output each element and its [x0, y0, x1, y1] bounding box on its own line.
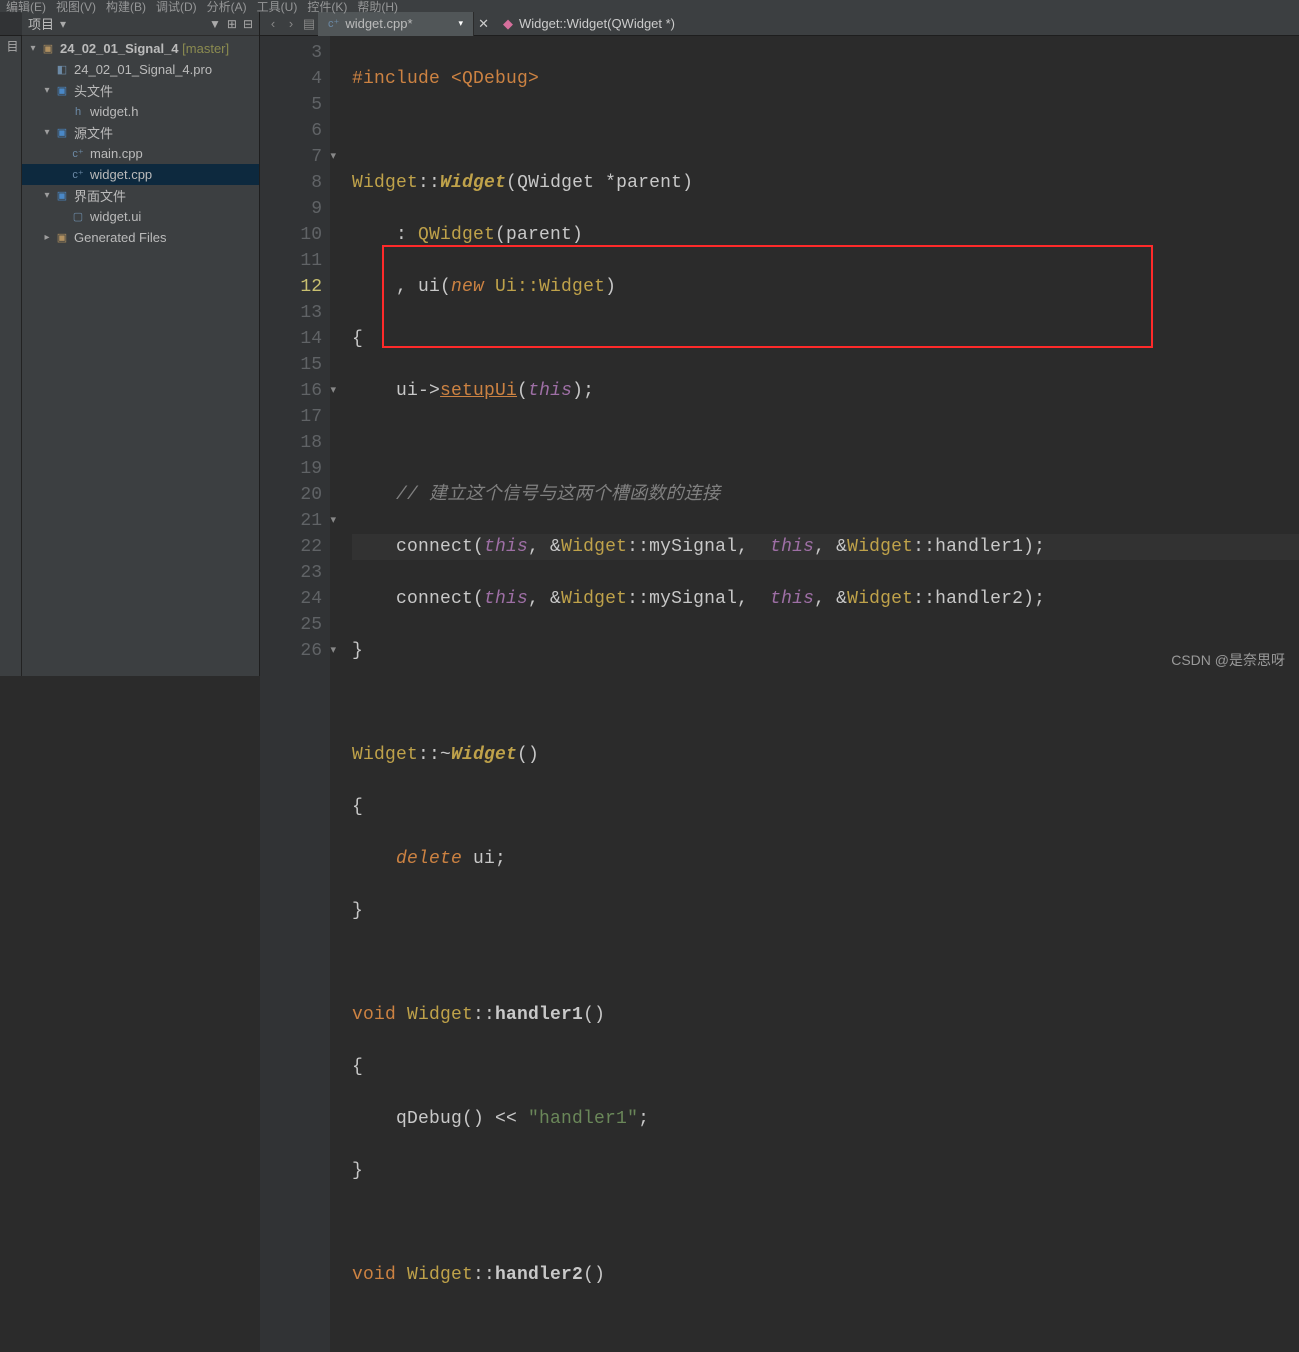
- menu-debug[interactable]: 调试(D): [156, 0, 197, 15]
- side-gutter: 目: [0, 36, 22, 676]
- pro-file-icon: ◧: [54, 62, 70, 78]
- dropdown-icon[interactable]: ▾: [60, 17, 66, 31]
- cpp-file-icon: c⁺: [70, 167, 86, 183]
- line-number[interactable]: 4: [260, 66, 322, 92]
- line-number-gutter[interactable]: 3456789101112131415161718192021222324252…: [260, 36, 330, 1352]
- folder-icon: ▣: [54, 230, 70, 246]
- line-number[interactable]: 13: [260, 300, 322, 326]
- tab-dropdown-icon[interactable]: ▾: [419, 18, 464, 29]
- tree-widget-cpp-label: widget.cpp: [90, 167, 152, 182]
- tree-root[interactable]: ▾ ▣ 24_02_01_Signal_4 [master]: [22, 38, 259, 59]
- line-number[interactable]: 20: [260, 482, 322, 508]
- line-number[interactable]: 17: [260, 404, 322, 430]
- expand-arrow-icon[interactable]: ▾: [40, 190, 54, 201]
- project-label: 项目: [28, 14, 54, 33]
- line-number[interactable]: 11: [260, 248, 322, 274]
- project-icon: ▣: [40, 41, 56, 57]
- line-number[interactable]: 23: [260, 560, 322, 586]
- line-number[interactable]: 6: [260, 118, 322, 144]
- line-number[interactable]: 5: [260, 92, 322, 118]
- cpp-file-icon: c⁺: [70, 146, 86, 162]
- tree-sources-label: 源文件: [74, 123, 113, 142]
- symbol-icon: ◆: [503, 16, 513, 32]
- line-number[interactable]: 10: [260, 222, 322, 248]
- tree-forms-label: 界面文件: [74, 186, 126, 205]
- split-icon[interactable]: ⊞: [227, 17, 237, 31]
- tree-forms[interactable]: ▾ ▣ 界面文件: [22, 185, 259, 206]
- tree-widget-h[interactable]: h widget.h: [22, 101, 259, 122]
- line-number[interactable]: 15: [260, 352, 322, 378]
- tree-widget-ui[interactable]: ▢ widget.ui: [22, 206, 259, 227]
- tree-root-label: 24_02_01_Signal_4: [60, 41, 179, 56]
- code-editor[interactable]: 3456789101112131415161718192021222324252…: [260, 36, 1299, 1352]
- line-number[interactable]: 3: [260, 40, 322, 66]
- tree-generated[interactable]: ▸ ▣ Generated Files: [22, 227, 259, 248]
- tree-pro-file[interactable]: ◧ 24_02_01_Signal_4.pro: [22, 59, 259, 80]
- line-number[interactable]: 24: [260, 586, 322, 612]
- menu-bar: 编辑(E) 视图(V) 构建(B) 调试(D) 分析(A) 工具(U) 控件(K…: [0, 0, 1299, 12]
- editor-tab-bar: ‹ › ▤ c⁺ widget.cpp* ▾ ✕ ◆ Widget::Widge…: [260, 12, 1299, 36]
- line-number[interactable]: 7: [260, 144, 322, 170]
- line-number[interactable]: 8: [260, 170, 322, 196]
- project-tree[interactable]: ▾ ▣ 24_02_01_Signal_4 [master] ◧ 24_02_0…: [22, 36, 259, 250]
- tree-pro-label: 24_02_01_Signal_4.pro: [74, 62, 212, 77]
- editor-area: ‹ › ▤ c⁺ widget.cpp* ▾ ✕ ◆ Widget::Widge…: [260, 12, 1299, 676]
- tree-widget-ui-label: widget.ui: [90, 209, 141, 224]
- menu-view[interactable]: 视图(V): [56, 0, 96, 15]
- line-number[interactable]: 25: [260, 612, 322, 638]
- cpp-file-icon: c⁺: [328, 17, 339, 30]
- tree-headers[interactable]: ▾ ▣ 头文件: [22, 80, 259, 101]
- line-number[interactable]: 12: [260, 274, 322, 300]
- folder-icon: ▣: [54, 188, 70, 204]
- breadcrumb-symbol[interactable]: Widget::Widget(QWidget *): [519, 16, 675, 31]
- line-number[interactable]: 14: [260, 326, 322, 352]
- line-number[interactable]: 22: [260, 534, 322, 560]
- line-number[interactable]: 26: [260, 638, 322, 664]
- menu-help[interactable]: 帮助(H): [357, 0, 398, 15]
- project-panel: 项目 ▾ ▼ ⊞ ⊟ ▾ ▣ 24_02_01_Signal_4 [master…: [22, 12, 260, 676]
- tree-widget-h-label: widget.h: [90, 104, 138, 119]
- editor-tab-label: widget.cpp*: [345, 16, 412, 31]
- nav-forward-icon[interactable]: ›: [282, 16, 300, 31]
- tree-main-cpp-label: main.cpp: [90, 146, 143, 161]
- menu-build[interactable]: 构建(B): [106, 0, 146, 15]
- ui-file-icon: ▢: [70, 209, 86, 225]
- editor-tab-widget-cpp[interactable]: c⁺ widget.cpp* ▾: [318, 12, 474, 36]
- branch-label: [master]: [182, 41, 229, 56]
- code-content[interactable]: #include <QDebug> Widget::Widget(QWidget…: [330, 36, 1299, 1352]
- menu-tools[interactable]: 工具(U): [257, 0, 298, 15]
- line-number[interactable]: 19: [260, 456, 322, 482]
- tree-headers-label: 头文件: [74, 81, 113, 100]
- line-number[interactable]: 21: [260, 508, 322, 534]
- project-panel-header: 项目 ▾ ▼ ⊞ ⊟: [22, 12, 259, 36]
- tree-generated-label: Generated Files: [74, 230, 167, 245]
- menu-edit[interactable]: 编辑(E): [6, 0, 46, 15]
- line-number[interactable]: 16: [260, 378, 322, 404]
- tab-close-icon[interactable]: ✕: [474, 16, 493, 32]
- menu-widgets[interactable]: 控件(K): [307, 0, 347, 15]
- expand-arrow-icon[interactable]: ▾: [40, 127, 54, 138]
- collapse-arrow-icon[interactable]: ▸: [40, 232, 54, 243]
- folder-icon: ▣: [54, 125, 70, 141]
- folder-icon: ▣: [54, 83, 70, 99]
- watermark: CSDN @是奈思呀: [1171, 650, 1285, 670]
- expand-arrow-icon[interactable]: ▾: [40, 85, 54, 96]
- expand-arrow-icon[interactable]: ▾: [26, 43, 40, 54]
- side-label: 目: [5, 40, 19, 52]
- h-file-icon: h: [70, 104, 86, 120]
- filter-icon[interactable]: ▼: [209, 17, 221, 31]
- nav-back-icon[interactable]: ‹: [264, 16, 282, 31]
- collapse-icon[interactable]: ⊟: [243, 17, 253, 31]
- menu-analyze[interactable]: 分析(A): [207, 0, 247, 15]
- tree-main-cpp[interactable]: c⁺ main.cpp: [22, 143, 259, 164]
- line-number[interactable]: 9: [260, 196, 322, 222]
- bookmark-icon[interactable]: ▤: [300, 16, 318, 32]
- tree-sources[interactable]: ▾ ▣ 源文件: [22, 122, 259, 143]
- tree-widget-cpp[interactable]: c⁺ widget.cpp: [22, 164, 259, 185]
- line-number[interactable]: 18: [260, 430, 322, 456]
